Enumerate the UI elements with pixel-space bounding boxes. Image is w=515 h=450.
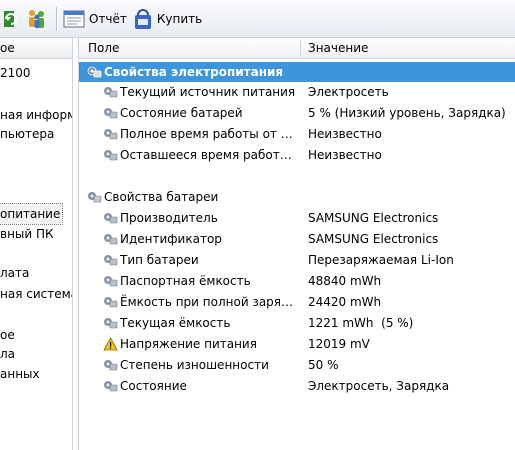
tree-item-power[interactable]: опитание xyxy=(0,203,64,225)
property-value: 12019 mV xyxy=(308,337,370,351)
column-divider[interactable] xyxy=(300,40,301,56)
property-field: Текущая ёмкость xyxy=(120,316,231,330)
property-row[interactable]: Ёмкость при полной зарядке 24420 mWh xyxy=(79,292,515,312)
tree-item[interactable]: вный ПК xyxy=(0,224,54,244)
battery-icon xyxy=(104,255,118,266)
property-row[interactable]: Производитель SAMSUNG Electronics xyxy=(79,208,515,228)
battery-icon xyxy=(104,129,118,140)
tree-item-label: анных xyxy=(0,367,40,381)
property-field: Паспортная ёмкость xyxy=(120,274,251,288)
property-value: 48840 mWh xyxy=(308,274,382,288)
property-value: SAMSUNG Electronics xyxy=(308,211,439,225)
tree-item-label: ла xyxy=(0,347,16,361)
column-header-value[interactable]: Значение xyxy=(308,38,368,58)
property-value: SAMSUNG Electronics xyxy=(308,232,439,246)
property-row[interactable]: Паспортная ёмкость 48840 mWh xyxy=(79,271,515,291)
tree-item-label: лата xyxy=(0,266,30,280)
navigation-tree[interactable]: ое 2100 ная информ пьютера опитание вный… xyxy=(0,38,73,450)
toolbar: Отчёт Купить xyxy=(0,0,515,38)
property-field: Степень изношенности xyxy=(120,358,269,372)
tree-item[interactable]: пьютера xyxy=(0,124,54,144)
tree-item-label: ое xyxy=(0,328,15,342)
group-title: Свойства батареи xyxy=(104,190,219,204)
refresh-icon xyxy=(4,10,17,27)
report-label: Отчёт xyxy=(89,11,127,26)
battery-icon xyxy=(104,234,118,245)
battery-icon xyxy=(104,276,118,287)
tree-item[interactable]: ое xyxy=(0,325,15,345)
tree-item[interactable]: ная система xyxy=(0,284,73,304)
property-row[interactable]: Напряжение питания 12019 mV xyxy=(79,334,515,354)
tree-item[interactable]: 2100 xyxy=(0,63,31,83)
battery-icon xyxy=(104,318,118,329)
battery-icon xyxy=(104,150,118,161)
tree-item-label: 2100 xyxy=(0,66,31,80)
property-row[interactable]: Степень изношенности 50 % xyxy=(79,355,515,375)
power-properties-icon xyxy=(87,66,102,78)
battery-properties-icon xyxy=(88,192,102,203)
battery-icon xyxy=(104,108,118,119)
group-title: Свойства электропитания xyxy=(104,65,284,79)
property-value: Перезаряжаемая Li-Ion xyxy=(308,253,454,267)
property-row[interactable]: Состояние Электросеть, Зарядка xyxy=(79,376,515,396)
property-value: 50 % xyxy=(308,358,339,372)
property-row[interactable]: Полное время работы от б... Неизвестно xyxy=(79,124,515,144)
tree-header[interactable]: ое xyxy=(0,38,72,59)
property-field: Ёмкость при полной зарядке xyxy=(120,295,298,309)
property-field: Идентификатор xyxy=(120,232,222,246)
users-button[interactable] xyxy=(26,8,48,30)
column-header-field[interactable]: Поле xyxy=(88,38,119,58)
buy-icon xyxy=(134,8,151,29)
battery-icon xyxy=(104,297,118,308)
property-field: Напряжение питания xyxy=(120,337,257,351)
property-value: 5 % (Низкий уровень, Зарядка) xyxy=(308,106,506,120)
property-value: 1221 mWh (5 %) xyxy=(308,316,414,330)
tree-item-label: пьютера xyxy=(0,127,55,141)
tree-item-label: ная информ xyxy=(0,108,73,122)
tree-item[interactable]: ная информ xyxy=(0,105,73,125)
property-field: Производитель xyxy=(120,211,218,225)
users-icon xyxy=(29,9,44,28)
property-value: 24420 mWh xyxy=(308,295,382,309)
battery-icon xyxy=(104,213,118,224)
report-button[interactable]: Отчёт xyxy=(63,6,127,32)
property-field: Состояние xyxy=(120,379,187,393)
properties-list[interactable]: Поле Значение Свойства электропитания Те… xyxy=(78,38,515,450)
property-value: Электросеть, Зарядка xyxy=(308,379,450,393)
tree-item[interactable]: лата xyxy=(0,263,29,283)
property-row[interactable]: Оставшееся время работы ... Неизвестно xyxy=(79,145,515,165)
property-value: Электросеть xyxy=(308,85,389,99)
refresh-button[interactable] xyxy=(2,8,24,30)
toolbar-separator xyxy=(56,6,57,31)
buy-button[interactable]: Купить xyxy=(133,6,202,32)
buy-label: Купить xyxy=(156,11,203,26)
property-field: Состояние батарей xyxy=(120,106,243,120)
group-power-properties[interactable]: Свойства электропитания xyxy=(79,62,515,82)
property-field: Оставшееся время работы ... xyxy=(120,148,298,162)
property-field: Тип батареи xyxy=(120,253,199,267)
battery-icon xyxy=(104,381,118,392)
tree-item-label: опитание xyxy=(0,207,61,221)
report-icon xyxy=(63,10,85,27)
tree-item-label: вный ПК xyxy=(0,227,54,241)
warning-icon xyxy=(103,337,118,351)
property-field: Полное время работы от б... xyxy=(120,127,298,141)
tree-item[interactable]: анных xyxy=(0,364,40,384)
property-value: Неизвестно xyxy=(308,127,382,141)
battery-icon xyxy=(104,87,118,98)
column-header-row: Поле Значение xyxy=(79,38,515,59)
property-row[interactable]: Текущий источник питания Электросеть xyxy=(79,82,515,102)
property-field: Текущий источник питания xyxy=(120,85,296,99)
tree-item-label: ная система xyxy=(0,287,73,301)
tree-header-label: ое xyxy=(0,41,15,55)
property-row[interactable]: Состояние батарей 5 % (Низкий уровень, З… xyxy=(79,103,515,123)
property-row[interactable]: Текущая ёмкость 1221 mWh (5 %) xyxy=(79,313,515,333)
property-row[interactable]: Идентификатор SAMSUNG Electronics xyxy=(79,229,515,249)
property-value: Неизвестно xyxy=(308,148,382,162)
group-battery-properties[interactable]: Свойства батареи xyxy=(79,187,515,207)
tree-item[interactable]: ла xyxy=(0,344,15,364)
property-row[interactable]: Тип батареи Перезаряжаемая Li-Ion xyxy=(79,250,515,270)
battery-icon xyxy=(104,360,118,371)
